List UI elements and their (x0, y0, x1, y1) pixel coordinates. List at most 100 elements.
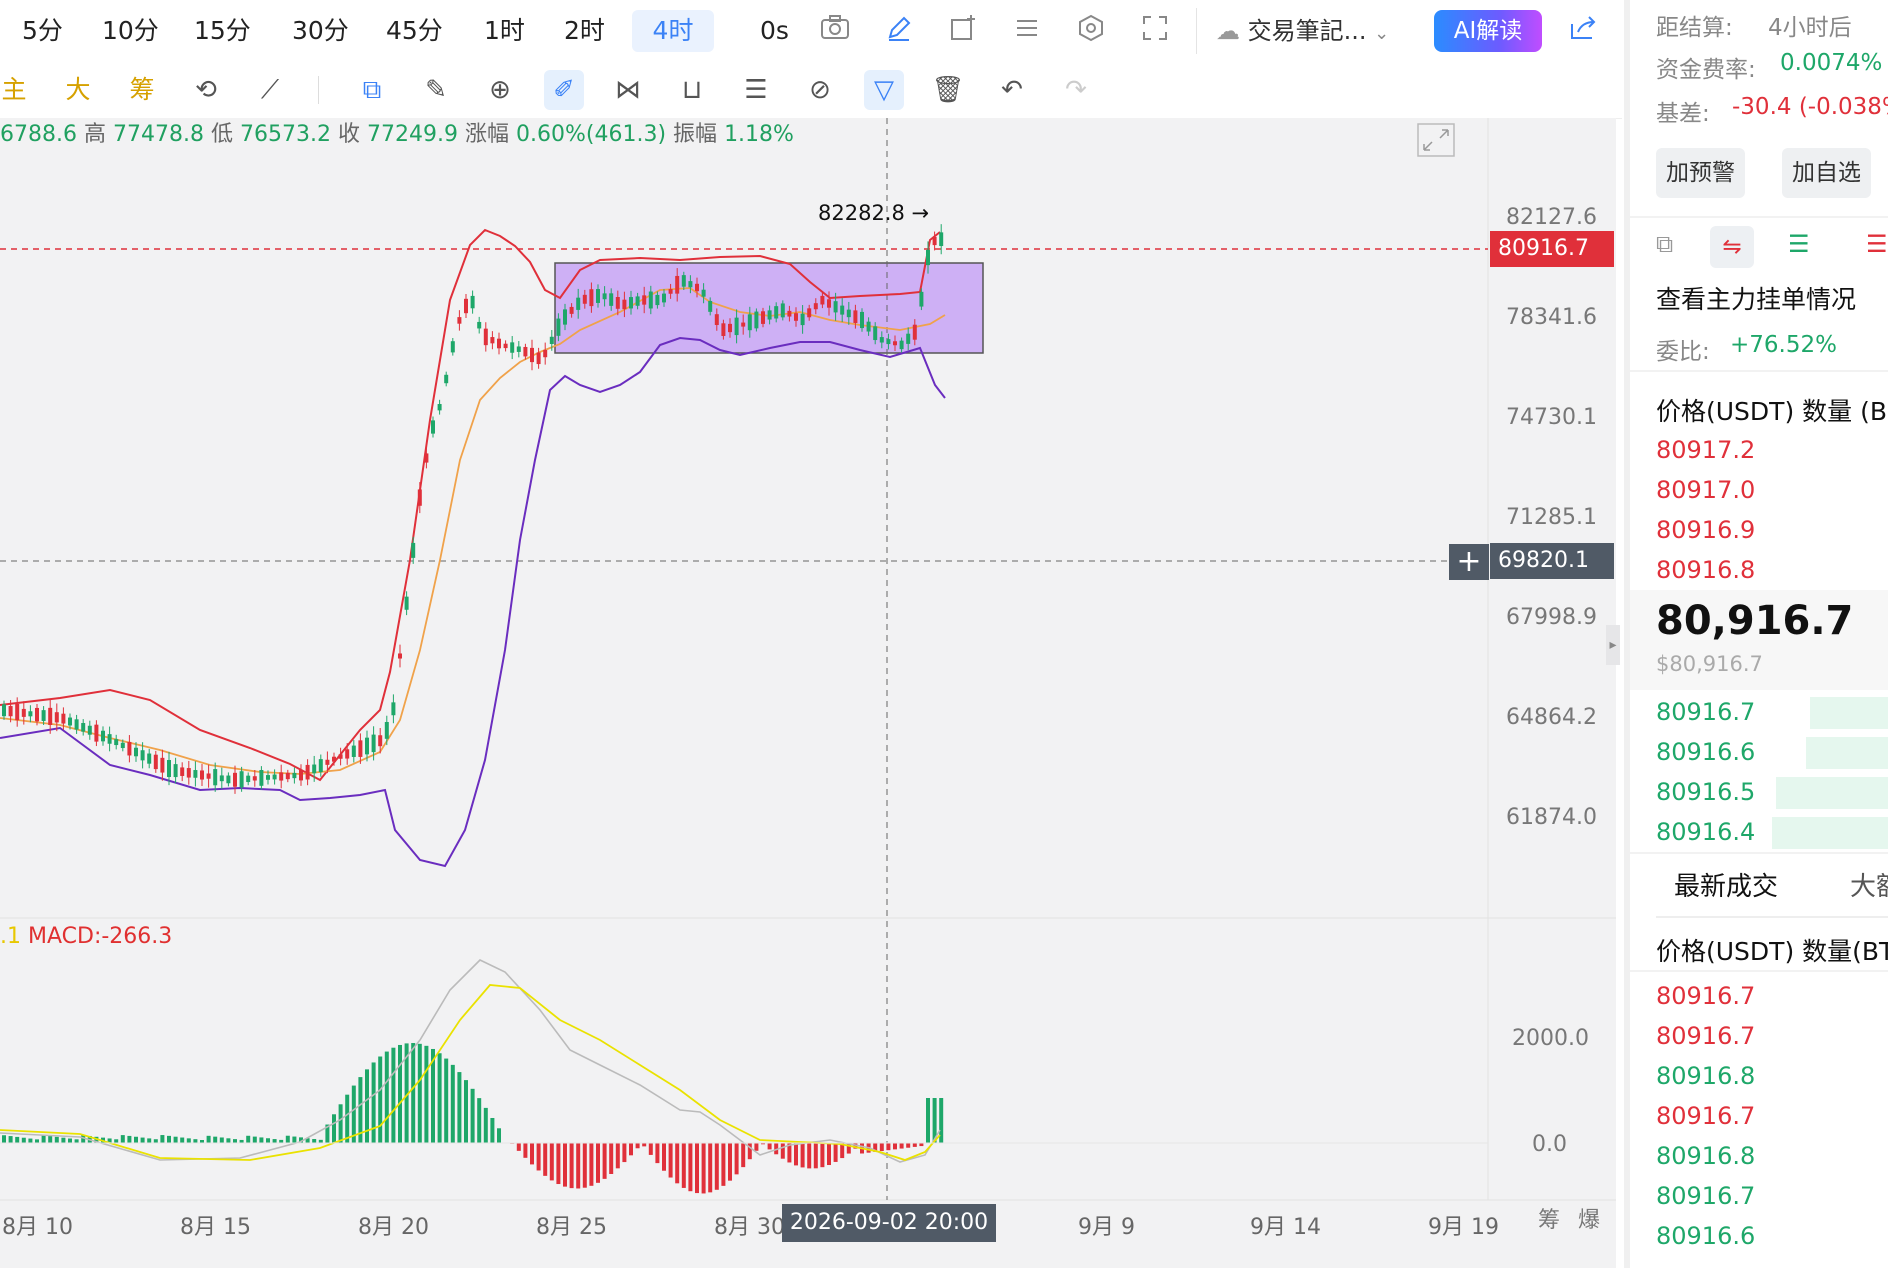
bid-depth-bar (1806, 737, 1888, 769)
indicator-big[interactable]: 大 (58, 70, 98, 110)
ask-price[interactable]: 80917.0 (1656, 476, 1755, 504)
right-panel: 距结算: 4小时后 资金费率: 0.0074% 基差: -30.4 (-0.03… (1624, 0, 1888, 1268)
timeframe-2h[interactable]: 2时 (556, 10, 613, 52)
price-tick: 64864.2 (1506, 705, 1597, 730)
tab-large-trades[interactable]: 大额 (1850, 866, 1888, 903)
toolbar-divider (318, 76, 319, 104)
time-tick: 9月 9 (1078, 1215, 1135, 1240)
basis-label: 基差: (1656, 101, 1710, 127)
ask-price[interactable]: 80917.2 (1656, 436, 1755, 464)
liquidation-toggle[interactable]: 爆 (1578, 1202, 1600, 1234)
bid-price[interactable]: 80916.4 (1656, 818, 1755, 846)
camera-icon[interactable] (818, 14, 852, 48)
timeframe-4h[interactable]: 4时 (632, 10, 714, 52)
cloud-icon: ☁ (1216, 17, 1240, 45)
bid-price[interactable]: 80916.6 (1656, 738, 1755, 766)
timeframe-toolbar: 5分 10分 15分 30分 45分 1时 2时 4时 0s ☁ 交易筆記...… (0, 0, 1622, 63)
timeframe-15m[interactable]: 15分 (186, 10, 259, 52)
redo-icon[interactable]: ↷ (1056, 70, 1096, 110)
time-tick: 9月 19 (1428, 1215, 1499, 1240)
replay-icon[interactable]: ⟲ (186, 70, 226, 110)
ohlc-change: 0.60%(461.3) (516, 122, 667, 147)
lock-icon[interactable]: ⊔ (672, 70, 712, 110)
settle-value: 4小时后 (1768, 15, 1852, 41)
indicator-chips[interactable]: 筹 (122, 70, 162, 110)
trade-price: 80916.7 (1656, 1022, 1756, 1050)
ohlc-open: 6788.6 (0, 122, 77, 147)
hide-drawings-icon[interactable]: ⊘ (800, 70, 840, 110)
undo-icon[interactable]: ↶ (992, 70, 1032, 110)
timeframe-45m[interactable]: 45分 (378, 10, 451, 52)
filter-icon[interactable]: ▽ (864, 70, 904, 110)
funding-value: 0.0074% (1780, 50, 1883, 76)
edit-note-icon[interactable]: ☰ (736, 70, 776, 110)
divider (1656, 916, 1888, 918)
main-orders-link[interactable]: 查看主力挂单情况 (1656, 280, 1856, 316)
timeframe-10m[interactable]: 10分 (94, 10, 167, 52)
bid-depth-bar (1810, 697, 1888, 729)
settings-icon[interactable] (1074, 14, 1108, 48)
indicator-main[interactable]: 主 (0, 70, 34, 110)
fullscreen-icon[interactable] (1138, 14, 1172, 48)
divider (1630, 370, 1888, 372)
ohlc-amplitude: 1.18% (724, 122, 794, 147)
timeframe-30m[interactable]: 30分 (284, 10, 357, 52)
time-tick: 8月 10 (2, 1215, 73, 1240)
book-mode-both-icon[interactable]: ⇋ (1710, 226, 1754, 268)
chips-toggle[interactable]: 筹 (1538, 1202, 1560, 1234)
bid-depth-bar (1772, 817, 1888, 849)
ohlc-low-key: 低 (210, 122, 233, 147)
trade-price: 80916.8 (1656, 1062, 1756, 1090)
add-window-icon[interactable] (946, 14, 980, 48)
draw-brush-icon[interactable]: ✐ (544, 70, 584, 110)
trade-price: 80916.7 (1656, 982, 1756, 1010)
macd-legend: .1 MACD:-266.3 (0, 924, 172, 949)
crosshair-price-tag: 69820.1 (1490, 543, 1614, 579)
pencil-icon[interactable] (882, 14, 916, 48)
toolbar-divider (1196, 8, 1197, 54)
bookmark-icon[interactable]: ⧉ (352, 70, 392, 110)
trade-notes-button[interactable]: ☁ 交易筆記... ⌄ (1216, 10, 1389, 52)
drawing-toolbar: 主 大 筹 ⟲ ⟋ ⧉ ✎ ⊕ ✐ ⋈ ⊔ ☰ ⊘ ▽ 🗑 ↶ ↷ (0, 62, 1622, 119)
list-settings-icon[interactable] (1010, 14, 1044, 48)
chart-area[interactable] (0, 118, 1616, 1268)
book-mode-asks-icon[interactable]: ☰ (1866, 230, 1888, 258)
time-tick: 9月 14 (1250, 1215, 1321, 1240)
ohlc-amplitude-key: 振幅 (673, 122, 718, 147)
layout-icon[interactable]: ⧉ (1656, 230, 1673, 258)
ai-interpret-button[interactable]: AI解读 (1434, 10, 1542, 52)
share-icon[interactable] (1566, 14, 1600, 48)
collapse-panel-handle[interactable]: ▸ (1606, 625, 1620, 665)
ask-price[interactable]: 80916.8 (1656, 556, 1755, 584)
funding-label: 资金费率: (1656, 57, 1756, 83)
price-tick: 71285.1 (1506, 505, 1597, 530)
bid-price[interactable]: 80916.5 (1656, 778, 1755, 806)
last-price-tag: 80916.7 (1490, 231, 1614, 267)
tab-latest-trades[interactable]: 最新成交 (1674, 866, 1778, 903)
trash-icon[interactable]: 🗑 (928, 70, 968, 110)
trade-price: 80916.7 (1656, 1102, 1756, 1130)
macd-tick: 2000.0 (1512, 1026, 1589, 1051)
settle-label: 距结算: (1656, 15, 1733, 41)
zoom-icon[interactable]: ⊕ (480, 70, 520, 110)
time-tick: 8月 20 (358, 1215, 429, 1240)
magnet-icon[interactable]: ⋈ (608, 70, 648, 110)
basis-value: -30.4 (-0.038% (1732, 94, 1888, 120)
add-alert-button[interactable]: 加预警 (1656, 148, 1745, 198)
add-watchlist-button[interactable]: 加自选 (1782, 148, 1871, 198)
price-tick: 61874.0 (1506, 805, 1597, 830)
ruler-icon[interactable]: ✎ (416, 70, 456, 110)
bid-price[interactable]: 80916.7 (1656, 698, 1755, 726)
add-order-plus-button[interactable]: + (1449, 544, 1489, 580)
ask-price[interactable]: 80916.9 (1656, 516, 1755, 544)
book-mode-bids-icon[interactable]: ☰ (1788, 230, 1810, 258)
timeframe-5m[interactable]: 5分 (14, 10, 71, 52)
divider (1630, 852, 1888, 854)
price-tick: 78341.6 (1506, 305, 1597, 330)
ohlc-high-key: 高 (83, 122, 106, 147)
trade-notes-label: 交易筆記... (1247, 17, 1367, 45)
last-price-usd: $80,916.7 (1656, 652, 1763, 676)
trend-tool-icon[interactable]: ⟋ (250, 70, 290, 110)
price-tick: 82127.6 (1506, 205, 1597, 230)
timeframe-1h[interactable]: 1时 (476, 10, 533, 52)
